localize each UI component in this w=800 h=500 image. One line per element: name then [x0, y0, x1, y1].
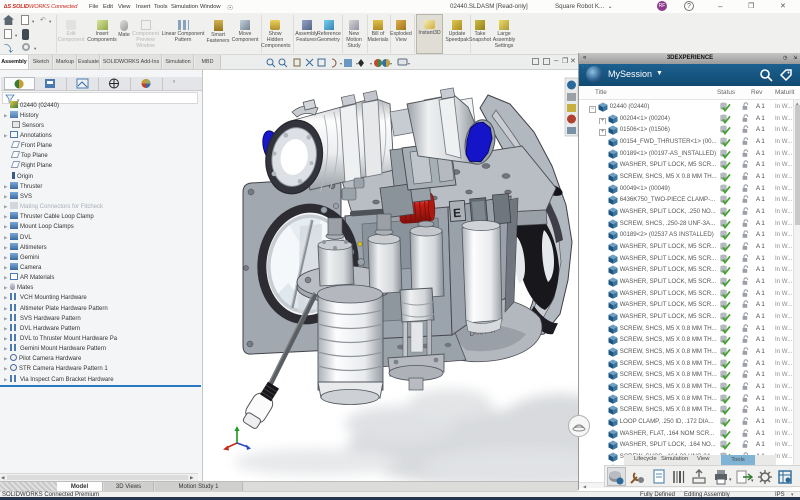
svg-text:E: E	[453, 206, 462, 221]
svg-text:▾: ▾	[356, 61, 358, 66]
svg-text:▾: ▾	[729, 477, 732, 483]
svg-text:▾: ▾	[370, 61, 372, 66]
svg-text:▾: ▾	[751, 478, 754, 484]
svg-text:▾: ▾	[390, 61, 392, 66]
svg-text:▾: ▾	[340, 61, 342, 66]
svg-text:▾: ▾	[408, 61, 410, 66]
